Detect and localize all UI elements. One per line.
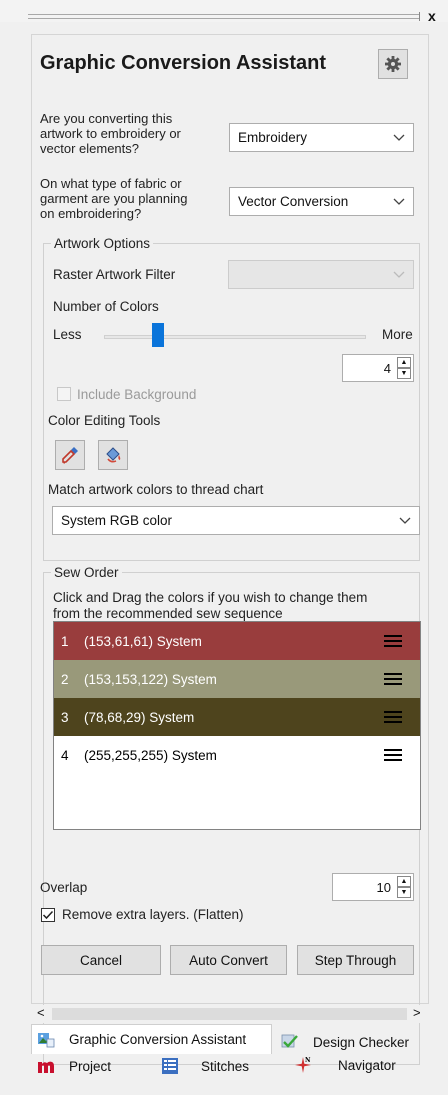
tab-graphic-conversion-assistant-content: Graphic Conversion Assistant — [37, 1027, 246, 1051]
cancel-button[interactable]: Cancel — [41, 945, 161, 975]
close-icon[interactable]: x — [428, 8, 436, 24]
m-logo-icon — [38, 1061, 54, 1073]
sew-order-legend: Sew Order — [51, 565, 122, 580]
select-value: Vector Conversion — [238, 194, 349, 209]
number-of-colors-label: Number of Colors — [53, 299, 159, 314]
instruction-line: Click and Drag the colors if you wish to… — [53, 590, 368, 605]
item-number: 3 — [61, 709, 69, 725]
item-label: (153,153,122) System — [84, 671, 217, 687]
colors-slider-thumb[interactable] — [152, 323, 164, 347]
tab-label: Graphic Conversion Assistant — [69, 1031, 247, 1047]
question-output-type: Are you converting this artwork to embro… — [40, 111, 181, 156]
sew-order-list: 1 (153,61,61) System 2 (153,153,122) Sys… — [53, 621, 421, 830]
question-line: garment are you planning — [40, 191, 188, 206]
spinner-value: 10 — [376, 879, 391, 895]
checkmark-icon — [42, 910, 54, 920]
raster-filter-label: Raster Artwork Filter — [53, 267, 176, 282]
item-label: (78,68,29) System — [84, 709, 195, 725]
tab-label: Project — [69, 1058, 112, 1074]
sew-order-item[interactable]: 4 (255,255,255) System — [54, 736, 420, 774]
instruction-line: from the recommended sew sequence — [53, 606, 283, 621]
question-line: Are you converting this — [40, 111, 173, 126]
grip-divider — [419, 12, 420, 21]
image-convert-icon — [38, 1033, 55, 1048]
step-through-button[interactable]: Step Through — [297, 945, 414, 975]
flatten-label: Remove extra layers. (Flatten) — [62, 907, 244, 922]
drag-handle-icon[interactable] — [384, 635, 402, 647]
tab-design-checker[interactable]: Design Checker — [281, 1030, 409, 1054]
chevron-down-icon — [393, 198, 405, 205]
compass-letter: N — [305, 1057, 311, 1064]
chevron-down-icon — [393, 271, 405, 278]
tab-label: Stitches — [201, 1058, 250, 1074]
compass-icon: N — [295, 1057, 311, 1073]
item-number: 2 — [61, 671, 69, 687]
thread-chart-label: Match artwork colors to thread chart — [48, 482, 264, 497]
question-line: artwork to embroidery or — [40, 126, 181, 141]
checkmark-icon — [281, 1034, 298, 1048]
question-fabric: On what type of fabric or garment are yo… — [40, 176, 187, 221]
scrollbar-thumb[interactable] — [52, 1008, 407, 1020]
drag-handle-icon[interactable] — [384, 711, 402, 723]
question-line: on embroidering? — [40, 206, 142, 221]
spinner-up-icon[interactable]: ▲ — [397, 876, 411, 887]
eyedropper-icon — [62, 447, 78, 464]
drag-grip[interactable] — [28, 14, 420, 19]
page-title: Graphic Conversion Assistant — [40, 52, 326, 74]
artwork-options-legend: Artwork Options — [51, 236, 154, 251]
tab-label: Design Checker — [313, 1034, 410, 1050]
colors-count-spinner[interactable]: 4 ▲ ▼ — [342, 354, 414, 382]
chevron-down-icon — [399, 517, 411, 524]
spinner-down-icon[interactable]: ▼ — [397, 887, 411, 898]
sew-order-instructions: Click and Drag the colors if you wish to… — [53, 590, 367, 622]
gear-icon — [385, 56, 401, 72]
overlap-label: Overlap — [40, 880, 88, 895]
fabric-select[interactable]: Vector Conversion — [229, 187, 414, 216]
flatten-checkbox[interactable] — [41, 908, 55, 922]
raster-filter-select[interactable] — [228, 260, 414, 289]
item-number: 1 — [61, 633, 69, 649]
select-value: System RGB color — [61, 513, 173, 528]
select-value: Embroidery — [238, 130, 308, 145]
spinner-value: 4 — [383, 360, 391, 376]
scroll-left-icon[interactable]: < — [37, 1005, 45, 1020]
question-line: On what type of fabric or — [40, 176, 182, 191]
slider-less-label: Less — [53, 327, 82, 342]
spinner-up-icon[interactable]: ▲ — [397, 357, 411, 368]
thread-chart-select[interactable]: System RGB color — [52, 506, 420, 535]
sew-order-item[interactable]: 2 (153,153,122) System — [54, 660, 420, 698]
stitches-list-icon — [162, 1058, 178, 1074]
include-background-checkbox[interactable] — [57, 387, 71, 401]
drag-handle-icon[interactable] — [384, 749, 402, 761]
chevron-down-icon — [393, 134, 405, 141]
overlap-spinner[interactable]: 10 ▲ ▼ — [332, 873, 414, 901]
color-editing-tools-label: Color Editing Tools — [48, 413, 161, 428]
paint-bucket-icon — [106, 447, 121, 463]
colors-slider-track[interactable] — [104, 335, 366, 339]
tab-navigator[interactable]: N Navigator — [294, 1052, 396, 1078]
sew-order-item[interactable]: 3 (78,68,29) System — [54, 698, 420, 736]
drag-handle-icon[interactable] — [384, 673, 402, 685]
tab-project[interactable]: Project — [37, 1054, 111, 1078]
eyedropper-button[interactable] — [55, 440, 85, 470]
include-background-label: Include Background — [77, 387, 197, 402]
question-line: vector elements? — [40, 141, 139, 156]
auto-convert-button[interactable]: Auto Convert — [170, 945, 287, 975]
output-type-select[interactable]: Embroidery — [229, 123, 414, 152]
sew-order-item[interactable]: 1 (153,61,61) System — [54, 622, 420, 660]
item-label: (255,255,255) System — [84, 747, 217, 763]
spinner-down-icon[interactable]: ▼ — [397, 368, 411, 379]
slider-more-label: More — [382, 327, 413, 342]
item-label: (153,61,61) System — [84, 633, 202, 649]
scroll-right-icon[interactable]: > — [413, 1005, 421, 1020]
paint-bucket-button[interactable] — [98, 440, 128, 470]
settings-button[interactable] — [378, 49, 408, 79]
tab-label: Navigator — [338, 1057, 396, 1073]
item-number: 4 — [61, 747, 69, 763]
tab-stitches[interactable]: Stitches — [161, 1054, 249, 1078]
